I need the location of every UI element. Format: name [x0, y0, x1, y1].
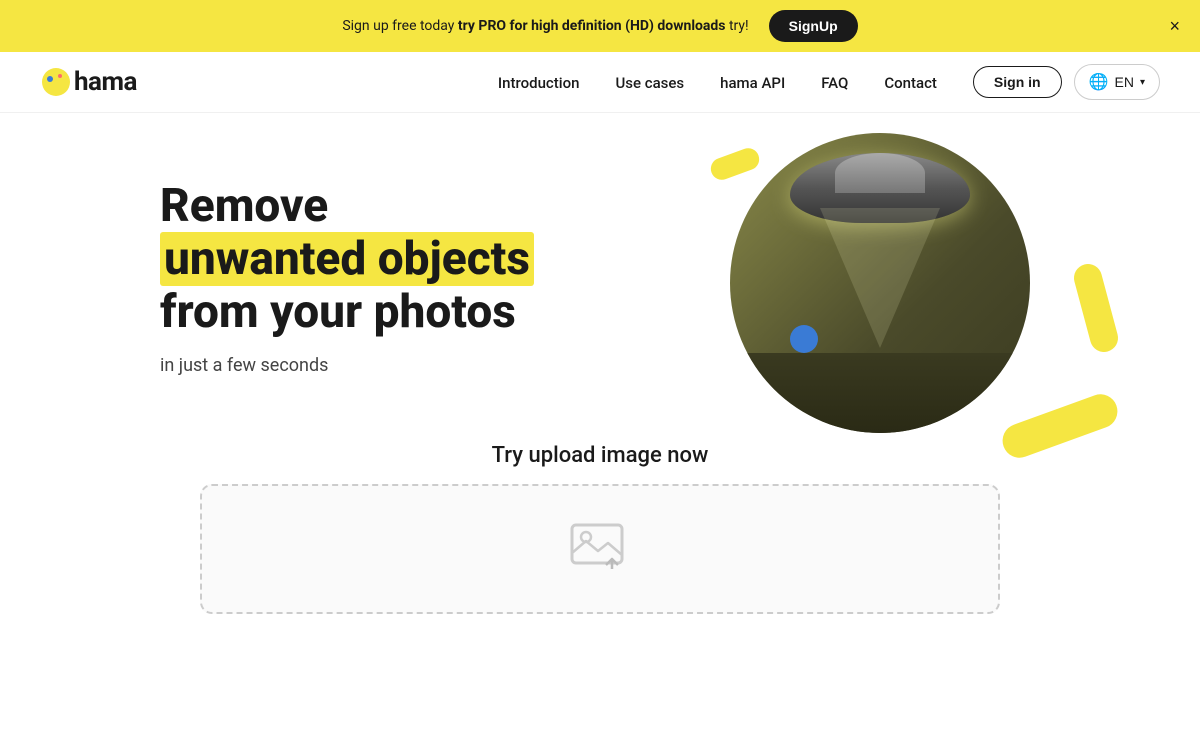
ufo-ground: [730, 353, 1030, 433]
hero-section: Remove unwanted objects from your photos…: [0, 113, 1200, 433]
logo-link[interactable]: hama: [40, 66, 137, 98]
signin-button[interactable]: Sign in: [973, 66, 1062, 98]
nav-hama-api[interactable]: hama API: [720, 74, 785, 92]
hero-title-highlight: unwanted objects: [160, 232, 534, 286]
promo-banner: Sign up free today try PRO for high defi…: [0, 0, 1200, 52]
deco-blue-circle: [790, 325, 818, 353]
hero-subtitle: in just a few seconds: [160, 355, 534, 376]
deco-pill-top: [708, 145, 763, 183]
chevron-down-icon: ▾: [1140, 77, 1145, 88]
nav-use-cases[interactable]: Use cases: [615, 74, 684, 92]
image-placeholder-icon: [568, 515, 632, 579]
language-selector[interactable]: 🌐 EN ▾: [1074, 64, 1160, 100]
deco-pill-right: [1071, 261, 1121, 355]
signup-button[interactable]: SignUp: [769, 10, 858, 42]
banner-close-button[interactable]: ×: [1169, 17, 1180, 35]
upload-dropzone[interactable]: [200, 484, 1000, 614]
nav-introduction[interactable]: Introduction: [498, 74, 580, 92]
logo-icon: [40, 66, 72, 98]
hero-visual: [700, 123, 1120, 463]
main-nav: hama Introduction Use cases hama API FAQ…: [0, 52, 1200, 113]
ufo-dome: [835, 153, 925, 193]
hero-text: Remove unwanted objects from your photos…: [160, 180, 534, 376]
nav-links: Introduction Use cases hama API FAQ Cont…: [498, 73, 937, 92]
upload-section: Try upload image now: [0, 433, 1200, 634]
nav-actions: Sign in 🌐 EN ▾: [973, 64, 1160, 100]
logo-text: hama: [74, 67, 137, 97]
globe-icon: 🌐: [1089, 72, 1109, 92]
banner-bold-text: try PRO for high definition (HD) downloa…: [458, 18, 726, 34]
ufo-light-beam: [820, 208, 940, 348]
nav-contact[interactable]: Contact: [884, 74, 937, 92]
banner-text-after: try!: [726, 18, 749, 34]
hero-title: Remove unwanted objects from your photos: [160, 180, 534, 339]
hero-title-line3: from your photos: [160, 285, 516, 339]
upload-icon: [568, 515, 632, 583]
ufo-image: [730, 133, 1030, 433]
lang-label: EN: [1115, 74, 1134, 90]
hero-title-line1: Remove: [160, 179, 328, 233]
nav-faq[interactable]: FAQ: [821, 74, 848, 92]
banner-text: Sign up free today try PRO for high defi…: [342, 18, 748, 34]
banner-text-before: Sign up free today: [342, 18, 458, 34]
